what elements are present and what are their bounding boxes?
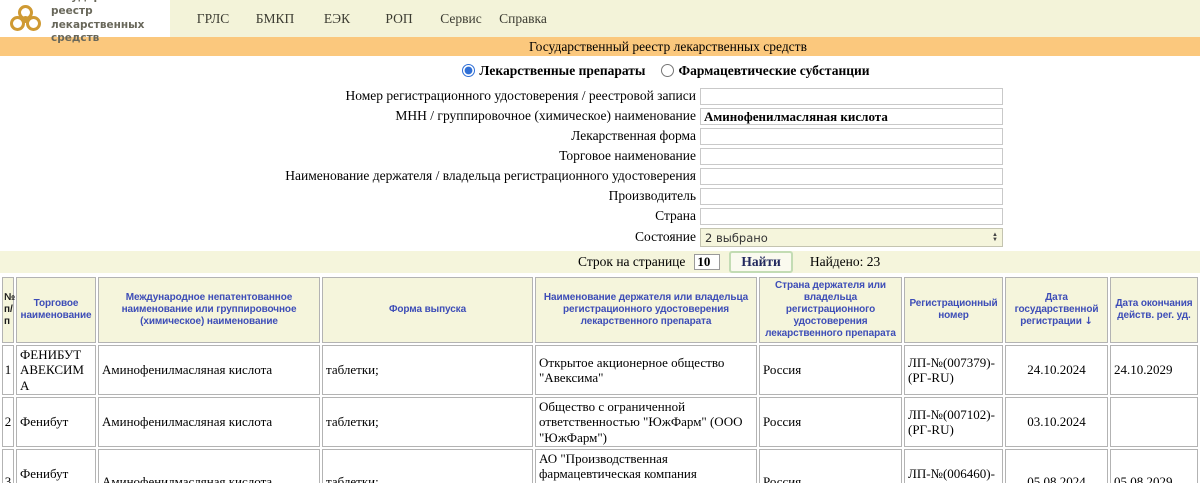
- results-table: № п/п Торговое наименование Международно…: [0, 275, 1200, 483]
- logo-panel[interactable]: Государственный реестр лекарственных сре…: [0, 0, 170, 44]
- table-row[interactable]: 1 ФЕНИБУТ АВЕКСИМА Аминофенилмасляная ки…: [2, 345, 1198, 395]
- found-count: Найдено: 23: [809, 254, 881, 269]
- country-label: Страна: [655, 208, 696, 224]
- col-header-inn[interactable]: Международное непатентованное наименован…: [98, 277, 320, 343]
- radio-pharma-substances[interactable]: Фармацевтические субстанции: [661, 62, 870, 79]
- holder-name-label: Наименование держателя / владельца регис…: [285, 168, 696, 184]
- registry-type-switch: Лекарственные препараты Фармацевтические…: [132, 60, 1200, 81]
- manufacturer-input[interactable]: [700, 188, 1003, 205]
- select-arrows-icon: ▲ ▼: [992, 232, 998, 243]
- logo-title-line1: Государственный реестр: [51, 0, 159, 17]
- search-form: Номер регистрационного удостоверения / р…: [0, 88, 1200, 247]
- inn-label: МНН / группировочное (химическое) наимен…: [395, 108, 696, 124]
- logo-title: Государственный реестр лекарственных сре…: [51, 0, 170, 46]
- nav-item-bmkp[interactable]: БМКП: [244, 11, 306, 27]
- state-select[interactable]: 2 выбрано ▲ ▼: [700, 228, 1003, 247]
- col-header-form[interactable]: Форма выпуска: [322, 277, 533, 343]
- table-row[interactable]: 2 Фенибут Аминофенилмасляная кислота таб…: [2, 396, 1198, 447]
- nav-item-service[interactable]: Сервис: [430, 11, 492, 27]
- col-header-reg-date[interactable]: Дата государственной регистрации ↓: [1005, 277, 1108, 343]
- col-header-reg-number[interactable]: Регистрационный номер: [904, 277, 1003, 343]
- reg-number-input[interactable]: [700, 88, 1003, 105]
- manufacturer-label: Производитель: [608, 188, 696, 204]
- main-nav: ГРЛС БМКП ЕЭК РОП Сервис Справка: [170, 0, 554, 37]
- col-header-holder[interactable]: Наименование держателя или владельца рег…: [535, 277, 757, 343]
- trade-name-label: Торговое наименование: [559, 148, 696, 164]
- radio-drug-products[interactable]: Лекарственные препараты: [462, 63, 645, 79]
- radio-drug-products-label: Лекарственные препараты: [479, 62, 646, 78]
- sort-desc-icon[interactable]: ↓: [1084, 316, 1092, 327]
- page-title-banner: Государственный реестр лекарственных сре…: [0, 37, 1200, 56]
- radio-pharma-substances-input[interactable]: [661, 64, 675, 77]
- trade-name-input[interactable]: [700, 148, 1003, 165]
- state-label: Состояние: [635, 229, 696, 245]
- col-header-country[interactable]: Страна держателя или владельца регистрац…: [759, 277, 902, 343]
- results-bar: Строк на странице Найти Найдено: 23: [0, 251, 1200, 273]
- dosage-form-label: Лекарственная форма: [571, 128, 696, 144]
- rows-per-page-input[interactable]: [694, 254, 721, 270]
- country-input[interactable]: [700, 208, 1003, 225]
- col-header-exp-date[interactable]: Дата окончания действ. рег. уд.: [1110, 277, 1198, 343]
- top-bar: Государственный реестр лекарственных сре…: [0, 0, 1200, 44]
- nav-item-help[interactable]: Справка: [492, 11, 554, 27]
- radio-pharma-substances-label: Фармацевтические субстанции: [678, 62, 870, 78]
- radio-drug-products-input[interactable]: [462, 64, 476, 77]
- logo-title-line2: лекарственных средств: [51, 18, 145, 45]
- search-button[interactable]: Найти: [729, 251, 793, 273]
- nav-item-grls[interactable]: ГРЛС: [182, 11, 244, 27]
- table-row[interactable]: 3 Фенибут Реневал Аминофенилмасляная кис…: [2, 448, 1198, 483]
- rows-per-page-label: Строк на странице: [578, 254, 686, 269]
- grls-logo-icon: [8, 4, 44, 34]
- nav-item-eek[interactable]: ЕЭК: [306, 11, 368, 27]
- inn-input[interactable]: [700, 108, 1003, 125]
- dosage-form-input[interactable]: [700, 128, 1003, 145]
- nav-item-rop[interactable]: РОП: [368, 11, 430, 27]
- state-select-value: 2 выбрано: [705, 230, 768, 245]
- reg-number-label: Номер регистрационного удостоверения / р…: [345, 88, 696, 104]
- table-header-row: № п/п Торговое наименование Международно…: [2, 277, 1198, 343]
- col-header-num: № п/п: [2, 277, 15, 343]
- col-header-trade-name[interactable]: Торговое наименование: [16, 277, 96, 343]
- holder-name-input[interactable]: [700, 168, 1003, 185]
- page-title: Государственный реестр лекарственных сре…: [529, 39, 807, 54]
